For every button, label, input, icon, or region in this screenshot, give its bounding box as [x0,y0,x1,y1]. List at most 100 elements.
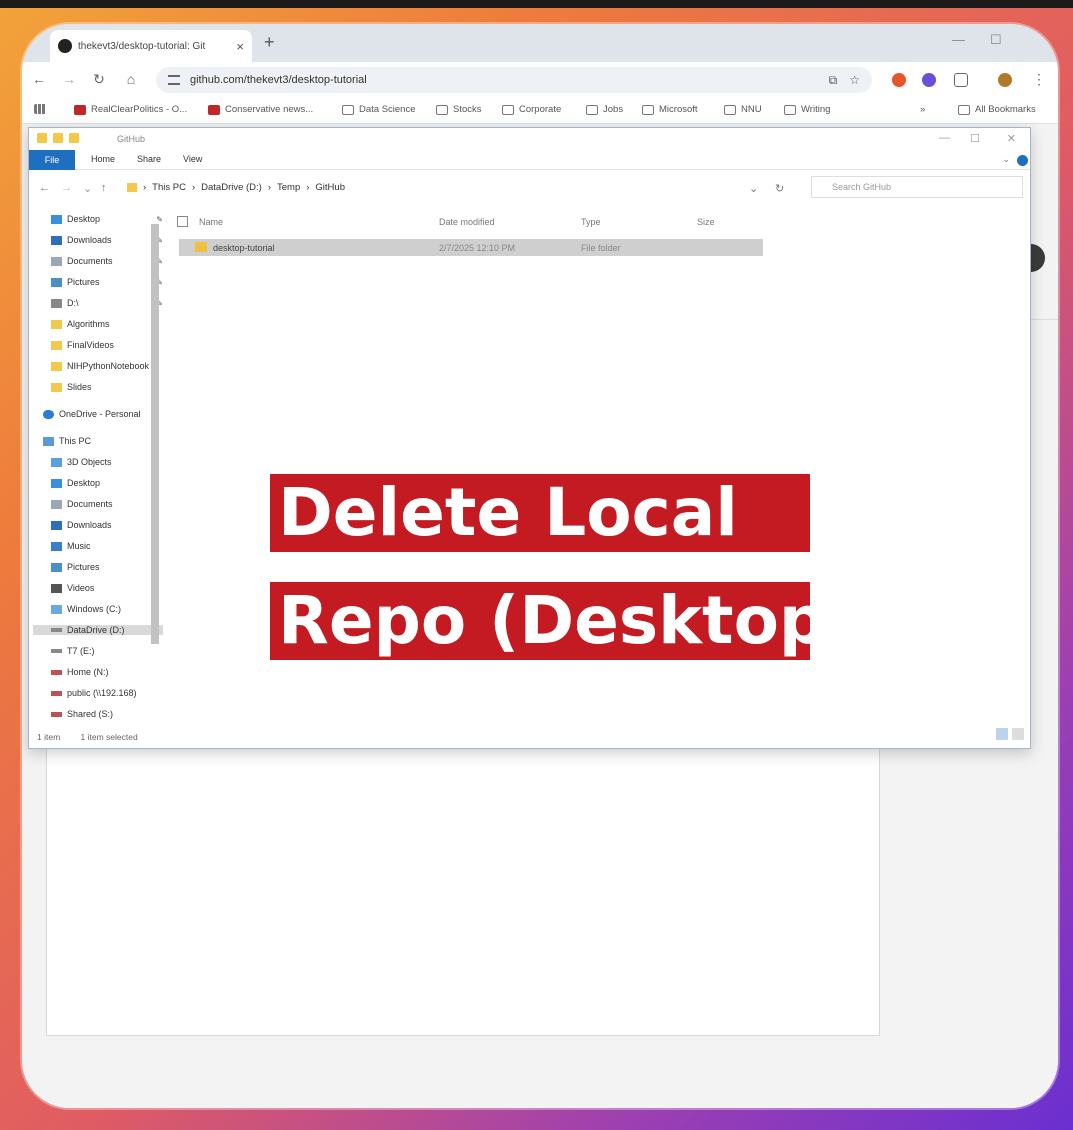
caption-line-1: Delete Local [270,474,810,552]
select-all-checkbox[interactable] [177,216,188,227]
bookmark-star-icon[interactable]: ☆ [849,73,860,87]
reload-icon[interactable]: ↻ [90,71,108,88]
nav-t7-e[interactable]: T7 (E:) [51,646,163,656]
ribbon-tab-view[interactable]: View [183,154,202,164]
nav-documents[interactable]: Documents ✎ [51,256,163,266]
nav-pc-downloads[interactable]: Downloads [51,520,163,530]
folder-icon [642,104,654,115]
maximize-button[interactable]: ☐ [990,32,1002,48]
breadcrumb[interactable]: › This PC › DataDrive (D:) › Temp › GitH… [127,182,345,193]
explorer-maximize-button[interactable]: ☐ [970,132,980,145]
bookmarks-overflow-button[interactable]: » [920,104,925,115]
nav-pc-documents[interactable]: Documents [51,499,163,509]
nav-downloads[interactable]: Downloads ✎ [51,235,163,245]
documents-icon [51,256,62,266]
extension-people-icon[interactable] [922,73,936,87]
bookmark-nnu[interactable]: NNU [724,104,762,115]
pictures-icon [51,562,62,572]
minimize-button[interactable]: — [952,32,965,47]
explorer-close-button[interactable]: ✕ [1007,132,1016,145]
bookmark-corporate[interactable]: Corporate [502,104,561,115]
explorer-minimize-button[interactable]: — [939,132,950,144]
ribbon-tab-share[interactable]: Share [137,154,161,164]
ribbon-expand-icon[interactable]: ⌄ [1002,154,1010,165]
network-drive-icon [51,669,62,675]
home-icon[interactable]: ⌂ [122,71,140,87]
file-name: desktop-tutorial [213,243,275,253]
top-band [0,0,1073,8]
help-icon[interactable] [1017,155,1028,166]
explorer-back-icon[interactable]: ← [39,182,50,194]
nav-home-n[interactable]: Home (N:) [51,667,163,677]
new-tab-button[interactable]: + [264,32,275,53]
forward-icon[interactable]: → [60,71,78,87]
install-app-icon[interactable]: ⧉ [829,73,838,88]
nav-scrollbar[interactable] [150,206,160,728]
scrollbar-thumb[interactable] [151,224,159,644]
all-bookmarks-button[interactable]: All Bookmarks [958,104,1036,115]
bookmark-stocks[interactable]: Stocks [436,104,482,115]
nav-nihpythonnotebook[interactable]: NIHPythonNotebook [51,361,163,371]
nav-slides[interactable]: Slides [51,382,163,392]
nav-music[interactable]: Music [51,541,163,551]
bookmark-microsoft[interactable]: Microsoft [642,104,698,115]
column-name[interactable]: Name [199,217,223,227]
nav-videos[interactable]: Videos [51,583,163,593]
address-bar[interactable]: github.com/thekevt3/desktop-tutorial ⧉ ☆ [156,67,872,93]
bookmark-jobs[interactable]: Jobs [586,104,623,115]
nav-desktop[interactable]: Desktop ✎ [51,214,163,224]
ribbon-tabs: File Home Share View ⌄ [29,150,1030,170]
breadcrumb-datadrive[interactable]: DataDrive (D:) [201,182,262,193]
file-row[interactable]: desktop-tutorial 2/7/2025 12:10 PM File … [179,239,763,256]
column-size[interactable]: Size [697,217,715,227]
extension-brave-icon[interactable] [892,73,906,87]
nav-d-drive[interactable]: D:\ ✎ [51,298,163,308]
screen-frame: thekevt3/desktop-tutorial: Git × + — ☐ ←… [22,24,1058,1108]
nav-onedrive[interactable]: OneDrive - Personal [43,409,155,419]
apps-icon[interactable] [34,104,51,114]
ribbon-tab-file[interactable]: File [29,150,75,170]
profile-avatar-icon[interactable] [998,73,1012,87]
folder-icon [51,319,62,329]
breadcrumb-this-pc[interactable]: This PC [152,182,186,193]
column-type[interactable]: Type [581,217,601,227]
nav-pc-pictures[interactable]: Pictures [51,562,163,572]
nav-pc-desktop[interactable]: Desktop [51,478,163,488]
quick-access-toolbar[interactable] [37,133,79,143]
nav-this-pc[interactable]: This PC [43,436,155,446]
nav-shared-s[interactable]: Shared (S:) [51,709,163,719]
bookmark-data-science[interactable]: Data Science [342,104,416,115]
large-icons-view-icon[interactable] [1012,728,1024,740]
search-input[interactable]: Search GitHub [811,176,1023,198]
site-info-icon[interactable] [168,75,180,85]
desktop-icon [51,478,62,488]
folder-icon [958,104,970,115]
recent-locations-icon[interactable]: ⌄ [83,182,92,195]
bookmark-writing[interactable]: Writing [784,104,830,115]
refresh-icon[interactable]: ↻ [775,182,784,195]
nav-pictures[interactable]: Pictures ✎ [51,277,163,287]
bookmark-conservative-news[interactable]: Conservative news... [208,104,313,115]
column-date-modified[interactable]: Date modified [439,217,495,227]
nav-3d-objects[interactable]: 3D Objects [51,457,163,467]
details-view-icon[interactable] [996,728,1008,740]
nav-datadrive-d[interactable]: DataDrive (D:) [33,625,163,635]
extensions-puzzle-icon[interactable] [954,73,968,87]
bookmark-realclearpolitics[interactable]: RealClearPolitics - O... [74,104,187,115]
browser-tab[interactable]: thekevt3/desktop-tutorial: Git × [50,30,252,62]
page-card [46,724,880,1036]
file-type: File folder [581,243,621,253]
tab-close-button[interactable]: × [236,39,244,54]
back-icon[interactable]: ← [30,71,48,87]
nav-finalvideos[interactable]: FinalVideos [51,340,163,350]
up-icon[interactable]: ↑ [101,182,107,194]
explorer-forward-icon[interactable]: → [61,182,72,194]
chrome-menu-icon[interactable]: ⋮ [1030,71,1048,88]
breadcrumb-github[interactable]: GitHub [315,182,345,193]
ribbon-tab-home[interactable]: Home [91,154,115,164]
nav-windows-c[interactable]: Windows (C:) [51,604,163,614]
nav-public[interactable]: public (\\192.168) [51,688,163,698]
breadcrumb-temp[interactable]: Temp [277,182,300,193]
address-dropdown-icon[interactable]: ⌄ [749,182,758,195]
nav-algorithms[interactable]: Algorithms [51,319,163,329]
